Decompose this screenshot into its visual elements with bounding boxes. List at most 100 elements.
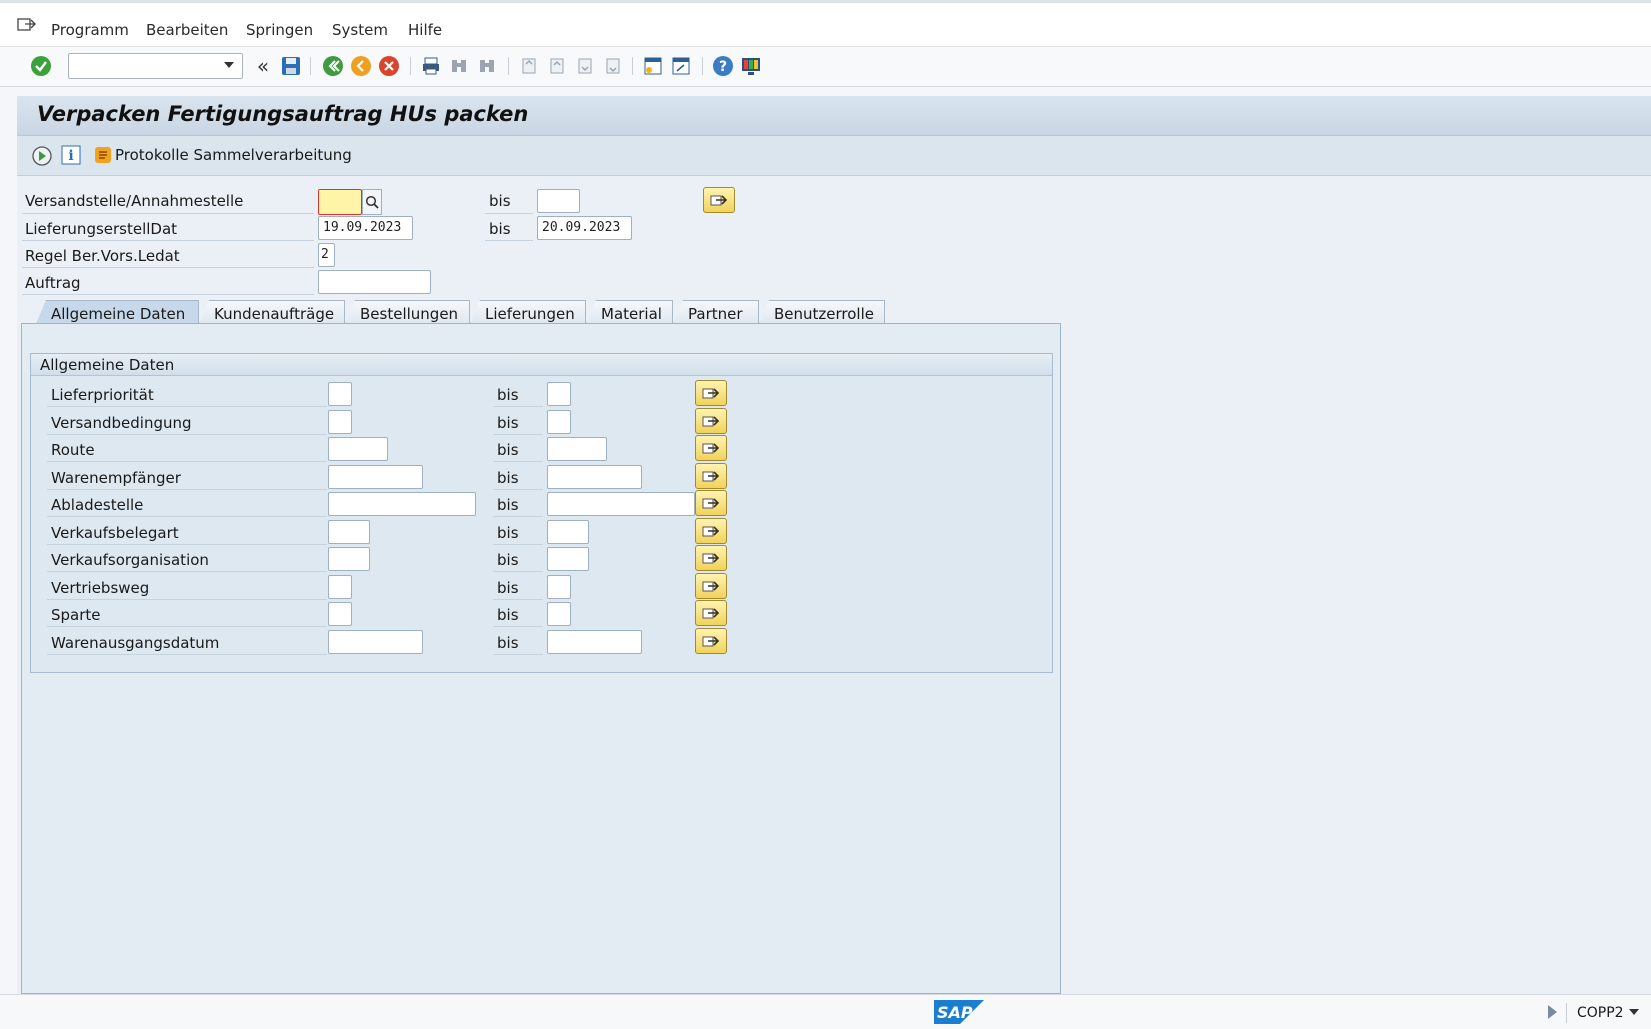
row-label: Versandbedingung — [51, 414, 192, 432]
find-icon[interactable] — [448, 55, 470, 77]
exit-icon[interactable] — [350, 55, 372, 77]
bis-label: bis — [497, 441, 519, 459]
multiple-selection-button[interactable] — [695, 435, 727, 461]
arrow-right-icon — [702, 443, 720, 454]
system-name[interactable]: COPP2 — [1577, 1005, 1624, 1021]
row-from-input[interactable] — [328, 575, 352, 599]
row-to-input[interactable] — [547, 547, 589, 571]
tab-allgemeine-daten[interactable]: Allgemeine Daten — [36, 300, 199, 324]
row-from-input[interactable] — [328, 437, 388, 461]
menu-hilfe[interactable]: Hilfe — [408, 21, 442, 39]
save-icon[interactable] — [280, 55, 302, 77]
svg-text:?: ? — [719, 59, 727, 75]
bis-label: bis — [497, 386, 519, 404]
search-help-icon[interactable] — [362, 189, 382, 215]
row-to-input[interactable] — [547, 602, 571, 626]
toolbar-separator — [410, 57, 411, 75]
versandstelle-to-input[interactable] — [537, 189, 580, 213]
menu-bearbeiten[interactable]: Bearbeiten — [146, 21, 228, 39]
tab-material[interactable]: Material — [586, 300, 673, 324]
row-label: Warenausgangsdatum — [51, 634, 220, 652]
menu-toggle-icon[interactable] — [17, 17, 37, 37]
command-field[interactable] — [68, 53, 243, 79]
enter-check-icon[interactable] — [30, 55, 52, 77]
label-underline — [493, 434, 543, 435]
multiple-selection-button[interactable] — [695, 463, 727, 489]
chevron-down-icon[interactable] — [224, 62, 234, 68]
row-to-input[interactable] — [547, 575, 571, 599]
arrow-right-icon — [702, 416, 720, 427]
label-underline — [493, 626, 543, 627]
row-from-input[interactable] — [328, 410, 352, 434]
row-to-input[interactable] — [547, 382, 571, 406]
row-from-input[interactable] — [328, 492, 476, 516]
row-from-input[interactable] — [328, 630, 423, 654]
multiple-selection-button[interactable] — [695, 600, 727, 626]
multiple-selection-button[interactable] — [695, 490, 727, 516]
label-underline — [47, 571, 327, 572]
multiple-selection-button[interactable] — [695, 518, 727, 544]
customize-layout-icon[interactable] — [740, 55, 762, 77]
row-from-input[interactable] — [328, 520, 370, 544]
multiple-selection-button[interactable] — [695, 380, 727, 406]
multiple-selection-button[interactable] — [695, 573, 727, 599]
double-chevron-left-icon[interactable]: « — [252, 54, 274, 78]
application-toolbar: i Protokolle Sammelverarbeitung — [17, 136, 1651, 176]
play-icon[interactable] — [1548, 1005, 1557, 1019]
row-to-input[interactable] — [547, 520, 589, 544]
multiple-selection-button[interactable] — [695, 628, 727, 654]
multiple-selection-button[interactable] — [695, 545, 727, 571]
tab-benutzerrolle[interactable]: Benutzerrolle — [759, 300, 885, 324]
row-from-input[interactable] — [328, 465, 423, 489]
previous-page-icon[interactable] — [546, 55, 568, 77]
tab-partner[interactable]: Partner — [673, 300, 759, 324]
menu-system[interactable]: System — [332, 21, 388, 39]
row-to-input[interactable] — [547, 630, 642, 654]
info-icon[interactable]: i — [61, 145, 81, 169]
arrow-right-icon — [702, 581, 720, 592]
row-label: Abladestelle — [51, 496, 144, 514]
last-page-icon[interactable] — [602, 55, 624, 77]
find-next-icon[interactable] — [476, 55, 498, 77]
shortcut-icon[interactable] — [670, 55, 692, 77]
arrow-right-icon — [702, 471, 720, 482]
lieferdat-from-input[interactable]: 19.09.2023 — [318, 216, 413, 240]
row-to-input[interactable] — [547, 492, 695, 516]
tab-lieferungen[interactable]: Lieferungen — [470, 300, 586, 324]
row-to-input[interactable] — [547, 465, 642, 489]
menu-springen[interactable]: Springen — [246, 21, 313, 39]
next-page-icon[interactable] — [574, 55, 596, 77]
print-icon[interactable] — [420, 55, 442, 77]
row-label: Vertriebsweg — [51, 579, 150, 597]
sap-logo: SAP — [934, 1000, 984, 1028]
lieferdat-to-input[interactable]: 20.09.2023 — [537, 216, 632, 240]
chevron-down-icon[interactable] — [1629, 1009, 1639, 1015]
multiple-selection-button[interactable] — [703, 187, 735, 213]
row-to-input[interactable] — [547, 410, 571, 434]
first-page-icon[interactable] — [518, 55, 540, 77]
protocol-icon[interactable] — [93, 145, 113, 169]
menu-programm[interactable]: Programm — [51, 21, 129, 39]
cancel-icon[interactable] — [378, 55, 400, 77]
help-icon[interactable]: ? — [712, 55, 734, 77]
auftrag-input[interactable] — [318, 270, 431, 294]
row-from-input[interactable] — [328, 382, 352, 406]
regel-input[interactable]: 2 — [318, 243, 335, 267]
row-to-input[interactable] — [547, 437, 607, 461]
label-underline — [47, 461, 327, 462]
protocol-button-label[interactable]: Protokolle Sammelverarbeitung — [115, 146, 352, 164]
arrow-right-icon — [702, 498, 720, 509]
row-from-input[interactable] — [328, 547, 370, 571]
row-from-input[interactable] — [328, 602, 352, 626]
label-underline — [493, 489, 543, 490]
back-icon[interactable] — [322, 55, 344, 77]
tab-kundenauftraege[interactable]: Kundenaufträge — [199, 300, 345, 324]
tab-bestellungen[interactable]: Bestellungen — [345, 300, 470, 324]
versandstelle-from-input[interactable] — [318, 189, 362, 215]
toolbar-separator — [310, 57, 311, 75]
multiple-selection-button[interactable] — [695, 408, 727, 434]
label-underline — [493, 461, 543, 462]
execute-icon[interactable] — [31, 145, 53, 171]
new-session-icon[interactable] — [642, 55, 664, 77]
page-title: Verpacken Fertigungsauftrag HUs packen — [37, 102, 529, 126]
